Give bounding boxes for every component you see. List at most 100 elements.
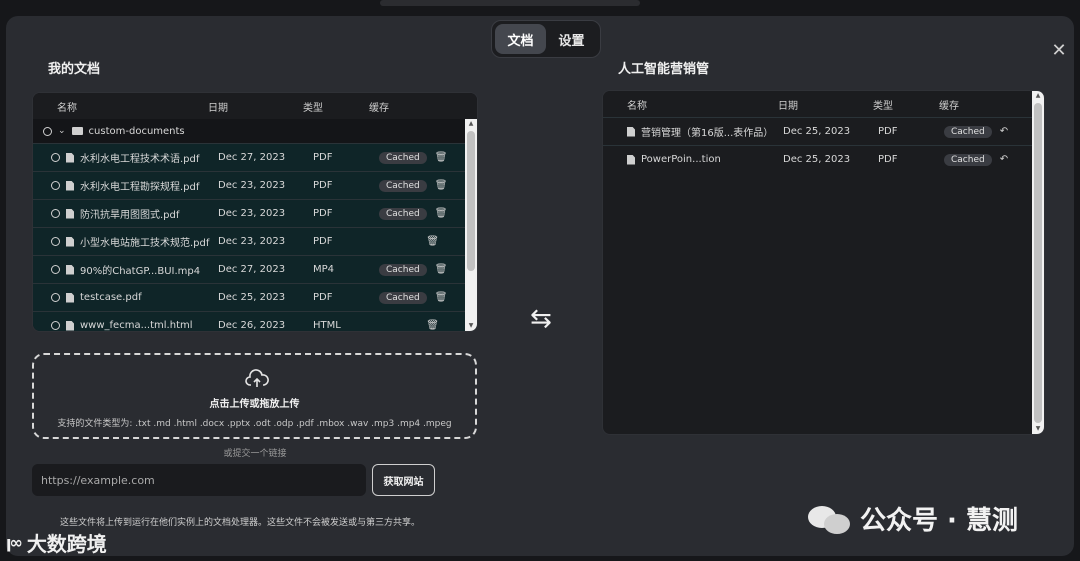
folder-icon	[71, 127, 83, 135]
trash-icon[interactable]: 🗑	[435, 208, 448, 219]
file-type: PDF	[313, 236, 333, 247]
tab-bar: 文档 设置	[491, 20, 601, 58]
checkbox[interactable]	[51, 209, 60, 218]
file-type: PDF	[313, 292, 333, 303]
table-row[interactable]: 小型水电站施工技术规范.pdf Dec 23, 2023 PDF 🗑	[33, 227, 477, 255]
workspace-documents-list: 名称 日期 类型 缓存 营销管理（第16版...表作品） Dec 25, 2023…	[602, 90, 1045, 435]
cached-badge: Cached	[379, 263, 427, 276]
undo-icon[interactable]: ↶	[1000, 126, 1008, 137]
file-icon	[627, 154, 635, 165]
file-date: Dec 25, 2023	[218, 292, 286, 303]
file-icon	[66, 180, 74, 191]
scroll-thumb[interactable]	[467, 131, 475, 271]
trash-icon[interactable]: 🗑	[426, 320, 439, 331]
upload-dropzone[interactable]: 点击上传或拖放上传 支持的文件类型为: .txt .md .html .docx…	[32, 353, 477, 439]
file-icon	[66, 208, 74, 219]
scrollbar[interactable]: ▲ ▼	[1032, 91, 1044, 434]
trash-icon[interactable]: 🗑	[435, 292, 448, 303]
chevron-down-icon[interactable]: ⌄	[58, 126, 66, 136]
file-type: PDF	[313, 208, 333, 219]
table-row[interactable]: www_fecma...tml.html Dec 26, 2023 HTML 🗑	[33, 311, 477, 331]
header-date: 日期	[208, 102, 228, 114]
header-date: 日期	[778, 100, 798, 112]
cached-badge: Cached	[944, 125, 992, 138]
file-type: PDF	[313, 152, 333, 163]
or-link-label: 或提交一个链接	[223, 449, 287, 459]
cached-badge: Cached	[944, 153, 992, 166]
file-type: MP4	[313, 264, 335, 275]
file-date: Dec 26, 2023	[218, 320, 286, 331]
url-input[interactable]	[32, 464, 366, 496]
checkbox[interactable]	[51, 237, 60, 246]
file-icon	[66, 152, 74, 163]
table-row[interactable]: PowerPoin...tion Dec 25, 2023 PDF Cached ↶	[603, 145, 1044, 173]
checkbox[interactable]	[51, 181, 60, 190]
file-type: PDF	[878, 126, 898, 137]
file-name: 小型水电站施工技术规范.pdf	[80, 238, 210, 249]
table-row[interactable]: 水利水电工程勘探规程.pdf Dec 23, 2023 PDF Cached 🗑	[33, 171, 477, 199]
checkbox[interactable]	[51, 293, 60, 302]
scroll-down-icon[interactable]: ▼	[1032, 424, 1044, 434]
file-icon	[66, 264, 74, 275]
cloud-upload-icon	[245, 369, 269, 387]
cached-badge: Cached	[379, 179, 427, 192]
file-date: Dec 23, 2023	[218, 236, 286, 247]
file-date: Dec 27, 2023	[218, 264, 286, 275]
workspace-title: 人工智能营销管	[618, 62, 710, 77]
close-icon[interactable]: ✕	[1050, 42, 1068, 60]
header-type: 类型	[303, 102, 323, 114]
scrollbar[interactable]: ▲ ▼	[465, 119, 477, 331]
file-date: Dec 23, 2023	[218, 180, 286, 191]
wechat-icon	[808, 504, 852, 534]
checkbox[interactable]	[43, 126, 52, 136]
undo-icon[interactable]: ↶	[1000, 154, 1008, 165]
header-name: 名称	[627, 100, 647, 112]
fetch-website-button[interactable]: 获取网站	[372, 464, 435, 496]
file-name: testcase.pdf	[80, 292, 142, 303]
file-name: PowerPoin...tion	[641, 154, 721, 165]
disclaimer-text: 这些文件将上传到运行在他们实例上的文档处理器。这些文件不会被发送或与第三方共享。	[60, 518, 421, 528]
watermark-text: 公众号 · 慧测	[860, 506, 1018, 536]
logo-text: 大数跨境	[26, 532, 107, 556]
table-row[interactable]: testcase.pdf Dec 25, 2023 PDF Cached 🗑	[33, 283, 477, 311]
header-cache: 缓存	[939, 100, 959, 112]
list-header: 名称 日期 类型 缓存	[33, 93, 477, 119]
folder-row[interactable]: ⌄ custom-documents	[33, 119, 477, 143]
file-type: HTML	[313, 320, 341, 331]
watermark: 公众号 · 慧测	[808, 500, 1018, 537]
list-header: 名称 日期 类型 缓存	[603, 91, 1044, 117]
upload-title: 点击上传或拖放上传	[209, 399, 300, 410]
checkbox[interactable]	[51, 153, 60, 162]
cached-badge: Cached	[379, 207, 427, 220]
tab-documents[interactable]: 文档	[495, 24, 546, 54]
table-row[interactable]: 防汛抗旱用图图式.pdf Dec 23, 2023 PDF Cached 🗑	[33, 199, 477, 227]
checkbox[interactable]	[51, 265, 60, 274]
file-date: Dec 25, 2023	[783, 126, 851, 137]
background-blur	[380, 0, 640, 6]
tab-settings[interactable]: 设置	[546, 24, 597, 54]
file-name: 水利水电工程勘探规程.pdf	[80, 182, 200, 193]
trash-icon[interactable]: 🗑	[426, 236, 439, 247]
trash-icon[interactable]: 🗑	[435, 180, 448, 191]
scroll-up-icon[interactable]: ▲	[465, 119, 477, 129]
file-name: 营销管理（第16版...表作品）	[641, 128, 774, 139]
scroll-down-icon[interactable]: ▼	[465, 321, 477, 331]
logo-mark-icon: ꞁ∞	[6, 533, 23, 552]
table-row[interactable]: 水利水电工程技术术语.pdf Dec 27, 2023 PDF Cached 🗑	[33, 143, 477, 171]
trash-icon[interactable]: 🗑	[435, 152, 448, 163]
trash-icon[interactable]: 🗑	[435, 264, 448, 275]
file-type: PDF	[313, 180, 333, 191]
my-documents-list: 名称 日期 类型 缓存 ⌄ custom-documents 水利水电工程技术术…	[32, 92, 478, 332]
table-row[interactable]: 营销管理（第16版...表作品） Dec 25, 2023 PDF Cached ↶	[603, 117, 1044, 145]
file-date: Dec 27, 2023	[218, 152, 286, 163]
file-icon	[66, 236, 74, 247]
file-name: 防汛抗旱用图图式.pdf	[80, 210, 180, 221]
scroll-up-icon[interactable]: ▲	[1032, 91, 1044, 101]
header-name: 名称	[57, 102, 77, 114]
folder-name: custom-documents	[88, 125, 185, 137]
file-name: 水利水电工程技术术语.pdf	[80, 154, 200, 165]
scroll-thumb[interactable]	[1034, 103, 1042, 423]
file-icon	[66, 320, 74, 331]
table-row[interactable]: 90%的ChatGP...BUI.mp4 Dec 27, 2023 MP4 Cache…	[33, 255, 477, 283]
checkbox[interactable]	[51, 321, 60, 330]
